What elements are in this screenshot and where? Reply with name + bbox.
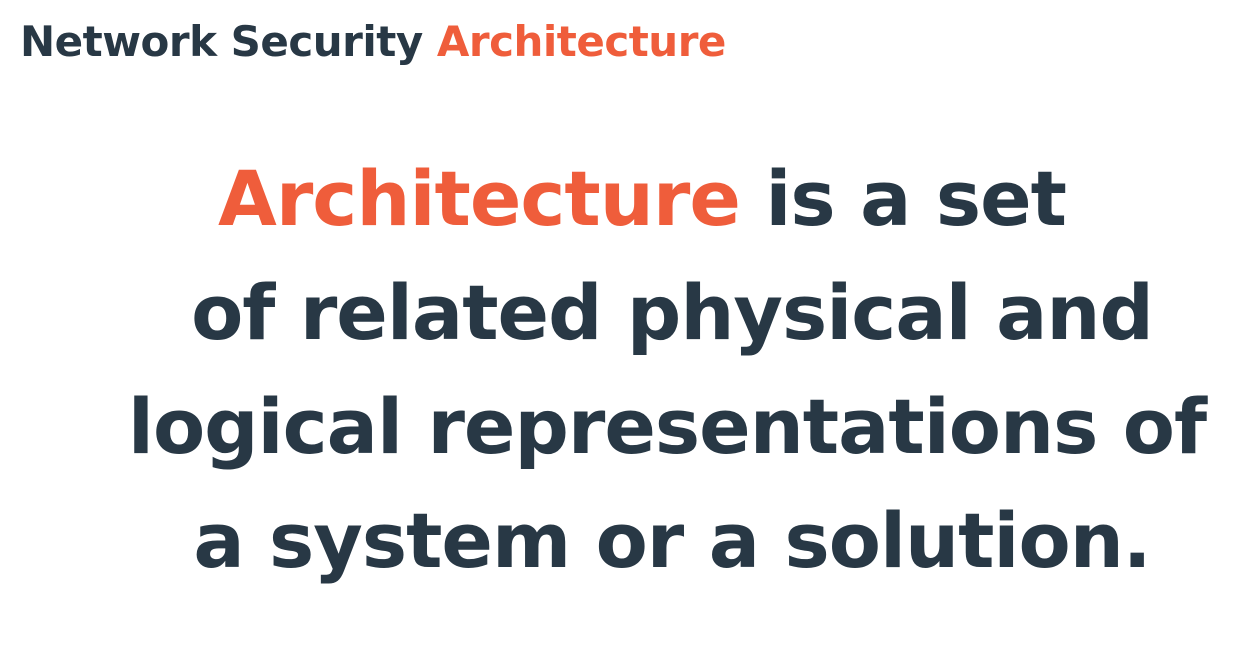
statement-line-2: of related physical and <box>191 268 1154 357</box>
definition-statement: Architecture is a set of related physica… <box>0 142 1254 598</box>
statement-line-1-text: is a set <box>765 154 1067 243</box>
slide-title-main: Network Security <box>20 17 423 66</box>
statement-line-4: a system or a solution. <box>193 496 1151 585</box>
statement-keyword: Architecture <box>218 154 741 243</box>
slide-title: Network Security Architecture <box>20 12 726 72</box>
slide: Network Security Architecture Architectu… <box>0 0 1254 646</box>
statement-line-1: Architecture is a set <box>0 142 1254 256</box>
statement-line-3: logical representations of <box>127 382 1207 471</box>
slide-title-accent: Architecture <box>436 17 727 66</box>
